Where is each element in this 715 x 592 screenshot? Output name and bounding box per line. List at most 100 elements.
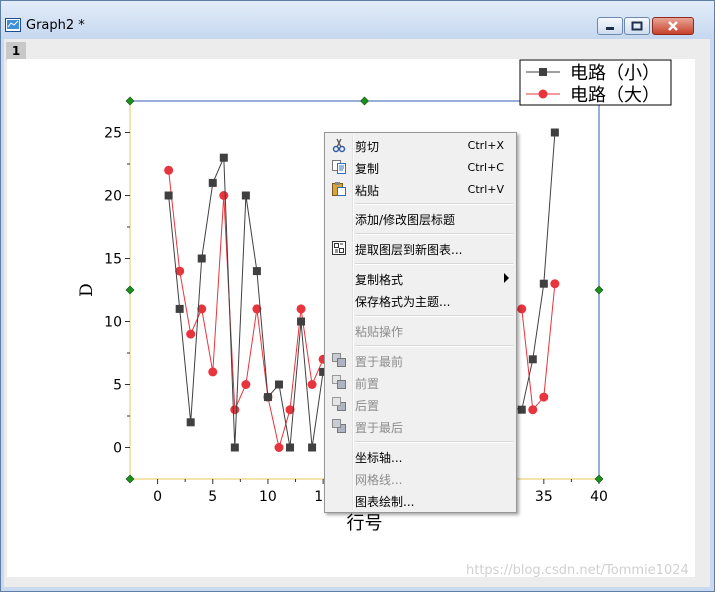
- menu-item-send-to-back[interactable]: 置于最后: [327, 416, 514, 436]
- menu-item-bring-to-front[interactable]: 置于最前: [327, 350, 514, 370]
- maximize-icon: [631, 21, 643, 31]
- menu-item-plot-details[interactable]: 图表绘制...: [327, 490, 514, 510]
- menu-item-label: 复制格式: [355, 273, 404, 287]
- data-point-circle: [539, 392, 549, 402]
- data-point-square: [197, 254, 206, 263]
- data-point-circle: [241, 380, 251, 389]
- menu-item-label: 提取图层到新图表...: [355, 243, 463, 257]
- menu-item-label: 网格线...: [355, 473, 403, 487]
- data-point-circle: [208, 367, 218, 377]
- scissors-icon: [332, 138, 346, 153]
- data-point-circle: [550, 279, 560, 289]
- minimize-icon: [606, 27, 614, 30]
- x-tick-label: 10: [259, 489, 277, 505]
- menu-item-label: 粘贴: [355, 184, 380, 198]
- maximize-button[interactable]: [624, 17, 650, 35]
- menu-separator: [355, 315, 513, 317]
- y-tick-label: 10: [104, 315, 122, 331]
- menu-item-paste-operation[interactable]: 粘贴操作: [327, 320, 514, 340]
- y-tick-label: 15: [104, 252, 122, 268]
- selection-handle: [594, 285, 604, 295]
- graph-window-icon: [5, 18, 21, 32]
- close-button[interactable]: [652, 17, 694, 35]
- menu-item-extract-layer[interactable]: 提取图层到新图表...: [327, 238, 514, 258]
- x-tick-label: 0: [153, 489, 162, 505]
- legend-marker-circle: [538, 89, 548, 99]
- minimize-button[interactable]: [597, 17, 623, 35]
- data-point-square: [230, 443, 239, 452]
- menu-item-bring-forward[interactable]: 前置: [327, 372, 514, 392]
- x-tick-label: 40: [590, 489, 608, 505]
- menu-item-axes[interactable]: 坐标轴...: [327, 446, 514, 466]
- selection-handle: [125, 96, 135, 106]
- y-tick-label: 25: [104, 126, 122, 142]
- selection-handle: [125, 285, 135, 295]
- menu-item-copy[interactable]: 复制 Ctrl+C: [327, 157, 514, 177]
- menu-separator: [355, 345, 513, 347]
- menu-item-label: 粘贴操作: [355, 325, 404, 339]
- data-point-circle: [186, 329, 196, 339]
- close-icon: [668, 21, 678, 31]
- menu-separator: [355, 203, 513, 205]
- y-axis-title: D: [77, 283, 97, 297]
- menu-item-label: 图表绘制...: [355, 495, 415, 509]
- selection-handle: [360, 96, 369, 106]
- menu-item-label: 置于最前: [355, 355, 404, 369]
- data-point-circle: [274, 443, 284, 452]
- data-point-square: [286, 443, 295, 452]
- menu-item-send-backward[interactable]: 后置: [327, 394, 514, 414]
- menu-item-gridlines[interactable]: 网格线...: [327, 468, 514, 488]
- x-axis-title: 行号: [347, 513, 383, 534]
- menu-item-add-layer-title[interactable]: 添加/修改图层标题: [327, 208, 514, 228]
- menu-item-label: 坐标轴...: [355, 451, 403, 465]
- send-backward-icon: [332, 397, 346, 411]
- layer-tab[interactable]: 1: [6, 42, 26, 60]
- legend-label: 电路（小）: [570, 63, 660, 84]
- data-point-circle: [517, 304, 527, 314]
- data-point-circle: [528, 405, 538, 415]
- copy-icon: [332, 160, 346, 174]
- data-point-square: [297, 317, 306, 326]
- menu-item-paste[interactable]: 粘贴 Ctrl+V: [327, 179, 514, 199]
- menu-item-label: 前置: [355, 377, 380, 391]
- data-point-square: [241, 191, 250, 200]
- menu-item-shortcut: Ctrl+V: [467, 183, 504, 196]
- menu-item-save-format-theme[interactable]: 保存格式为主题...: [327, 290, 514, 310]
- data-point-square: [550, 128, 559, 137]
- data-point-square: [252, 267, 261, 276]
- window-title: Graph2 *: [26, 18, 85, 33]
- data-point-square: [539, 279, 548, 288]
- send-to-back-icon: [332, 419, 346, 433]
- data-point-circle: [230, 405, 240, 415]
- menu-item-cut[interactable]: 剪切 Ctrl+X: [327, 135, 514, 155]
- menu-separator: [355, 233, 513, 235]
- data-point-square: [175, 304, 184, 313]
- menu-separator: [355, 441, 513, 443]
- bring-forward-icon: [332, 375, 346, 389]
- submenu-arrow-icon: [504, 273, 509, 283]
- data-point-square: [208, 178, 217, 187]
- extract-layer-icon: [332, 241, 346, 255]
- menu-item-shortcut: Ctrl+X: [467, 139, 504, 152]
- menu-separator: [355, 263, 513, 265]
- menu-item-shortcut: Ctrl+C: [467, 161, 504, 174]
- data-point-square: [308, 443, 317, 452]
- selection-handle: [594, 474, 604, 484]
- title-bar[interactable]: Graph2 *: [1, 1, 714, 39]
- legend-label: 电路（大）: [570, 85, 660, 106]
- selection-handle: [125, 474, 135, 484]
- data-point-square: [164, 191, 173, 200]
- x-tick-label: 35: [535, 489, 553, 505]
- data-point-circle: [307, 380, 317, 389]
- menu-item-label: 保存格式为主题...: [355, 295, 451, 309]
- watermark: https://blog.csdn.net/Tommie1024: [466, 563, 689, 578]
- menu-item-label: 置于最后: [355, 421, 404, 435]
- menu-item-copy-format[interactable]: 复制格式: [327, 268, 514, 288]
- data-point-square: [517, 405, 526, 414]
- menu-item-label: 剪切: [355, 140, 380, 154]
- data-point-square: [219, 153, 228, 162]
- data-point-circle: [164, 165, 174, 175]
- menu-item-label: 复制: [355, 162, 380, 176]
- data-point-square: [186, 418, 195, 427]
- data-point-square: [528, 355, 537, 364]
